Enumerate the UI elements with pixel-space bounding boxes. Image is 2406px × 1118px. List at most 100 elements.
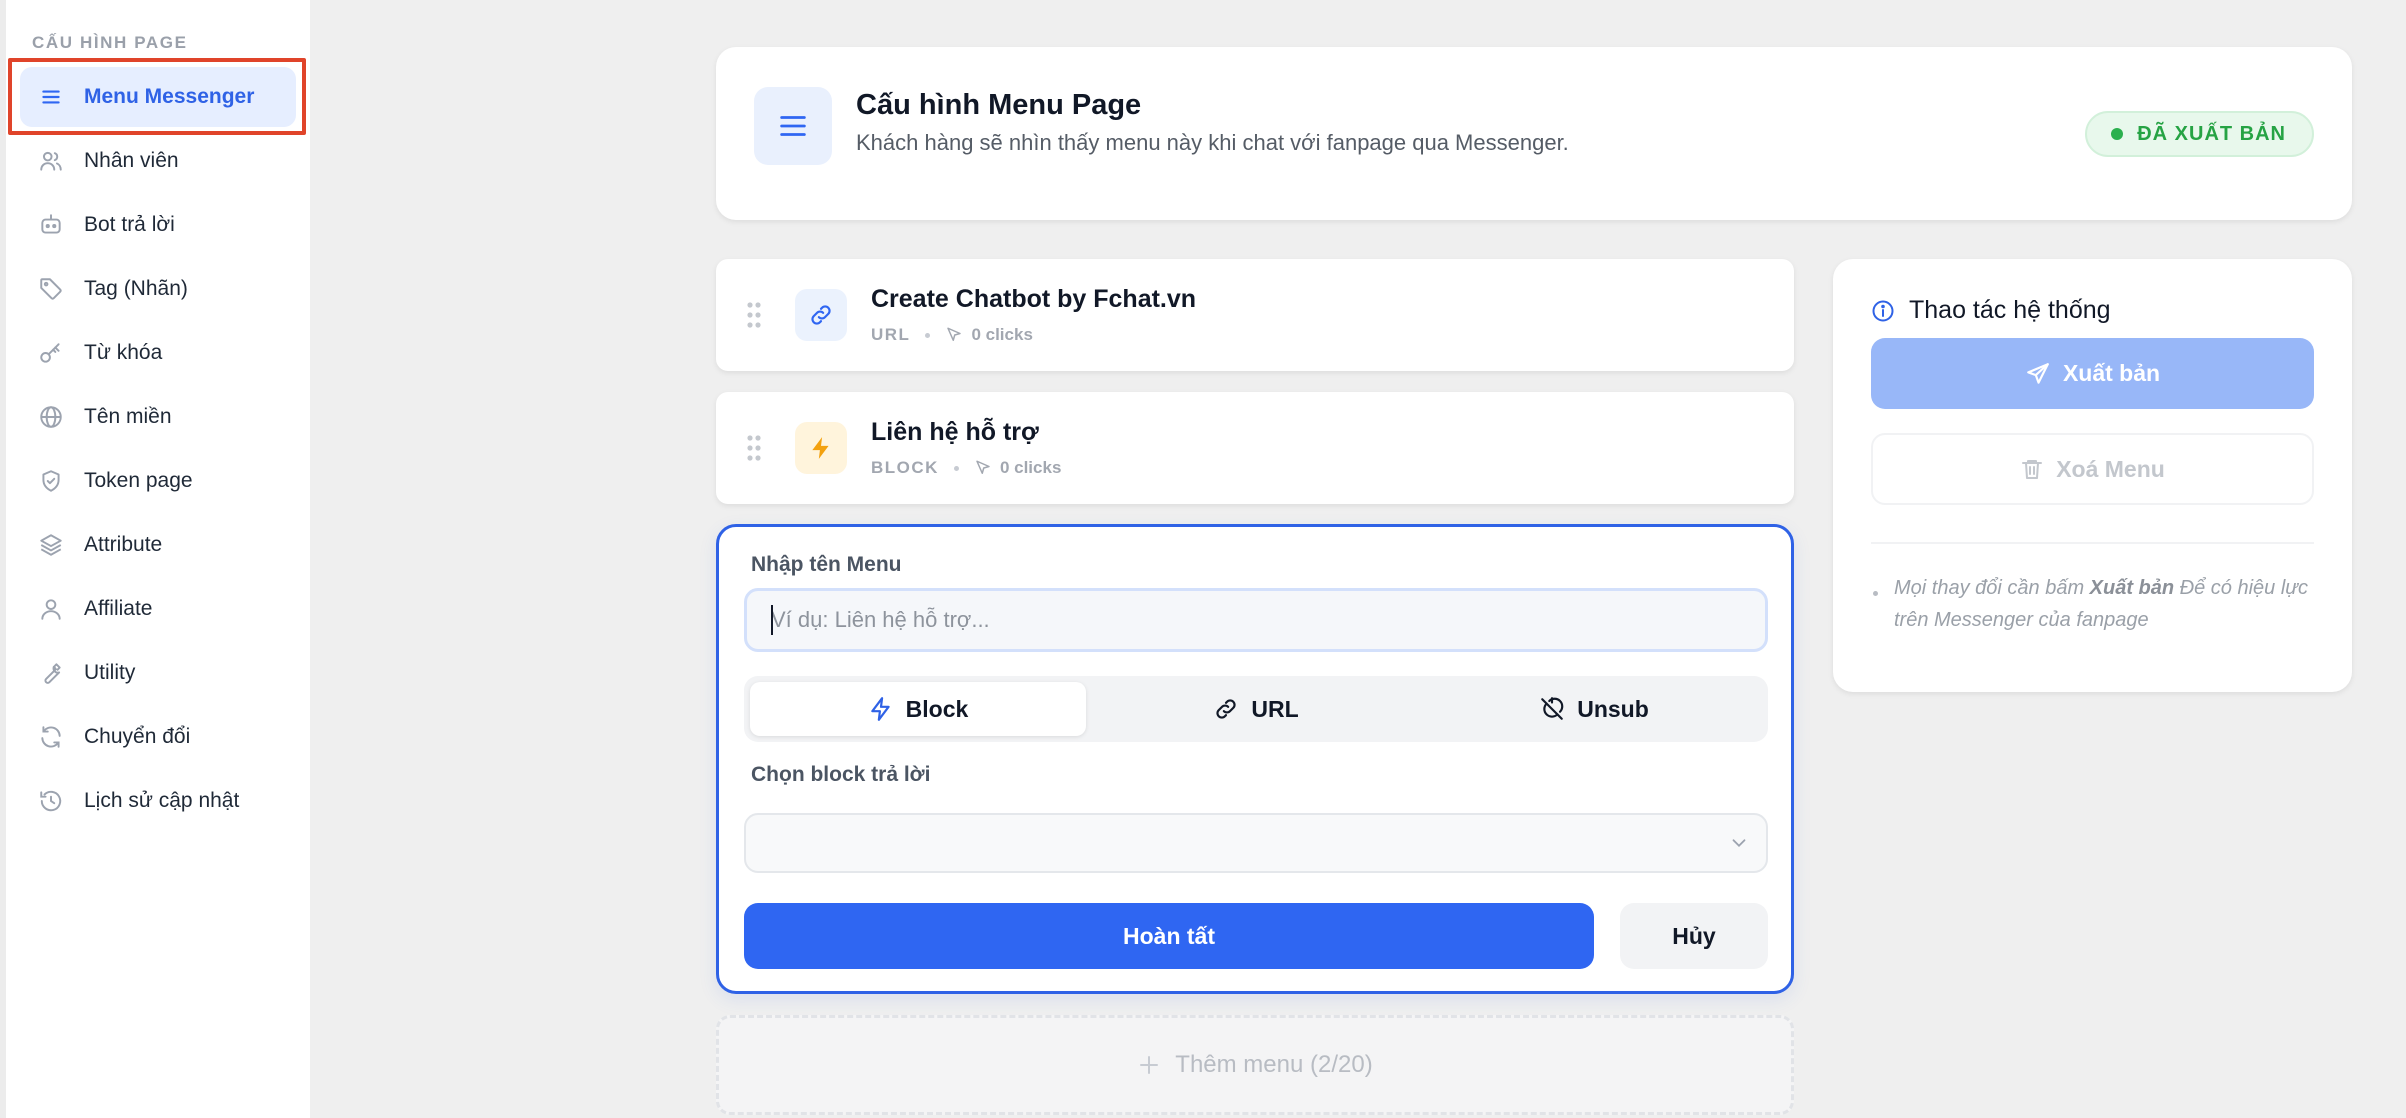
users-icon — [38, 148, 64, 174]
menu-item-meta: URL 0 clicks — [871, 325, 1033, 345]
drag-handle-icon[interactable] — [746, 301, 762, 329]
divider — [1871, 542, 2314, 544]
lightning-icon — [795, 422, 847, 474]
menu-item-card[interactable]: Liên hệ hỗ trợ BLOCK 0 clicks — [716, 392, 1794, 504]
sidebar-item-label: Affiliate — [84, 597, 153, 620]
history-icon — [38, 788, 64, 814]
menu-item-type: BLOCK — [871, 458, 939, 477]
send-icon — [2025, 361, 2051, 387]
sidebar-item-attribute[interactable]: Attribute — [20, 515, 296, 575]
panel-header: Thao tác hệ thống — [1871, 296, 2111, 325]
sidebar-item-label: Bot trả lời — [84, 213, 175, 236]
sidebar-item-label: Chuyển đổi — [84, 725, 191, 748]
panel-title: Thao tác hệ thống — [1909, 296, 2111, 324]
wrench-icon — [38, 660, 64, 686]
sidebar-section-title: CẤU HÌNH PAGE — [32, 33, 188, 52]
menu-item-title: Create Chatbot by Fchat.vn — [871, 285, 1197, 313]
menu-name-label: Nhập tên Menu — [751, 553, 902, 576]
sidebar-item-label: Tên miền — [84, 405, 172, 428]
menu-item-title: Liên hệ hỗ trợ — [871, 418, 1039, 446]
globe-icon — [38, 404, 64, 430]
system-actions-panel: Thao tác hệ thống Xuất bản Xoá Menu Mọi … — [1833, 259, 2352, 692]
status-dot — [2111, 128, 2124, 140]
sidebar-item-label: Lịch sử cập nhật — [84, 789, 240, 812]
chevron-down-icon — [1728, 832, 1750, 854]
sidebar-edge — [0, 0, 6, 1118]
note-bold: Xuất bản — [2089, 577, 2175, 599]
menu-item-clicks: 0 clicks — [971, 325, 1033, 344]
header-card: Cấu hình Menu Page Khách hàng sẽ nhìn th… — [716, 47, 2352, 220]
delete-menu-button[interactable]: Xoá Menu — [1871, 433, 2314, 505]
menu-item-meta: BLOCK 0 clicks — [871, 458, 1061, 478]
add-menu-button[interactable]: Thêm menu (2/20) — [716, 1015, 1794, 1115]
drag-handle-icon[interactable] — [746, 434, 762, 462]
add-menu-label: Thêm menu (2/20) — [1175, 1051, 1373, 1078]
sidebar-item-affiliate[interactable]: Affiliate — [20, 579, 296, 639]
type-url-button[interactable]: URL — [1088, 682, 1424, 736]
sidebar-item-chuyen-doi[interactable]: Chuyển đổi — [20, 707, 296, 767]
menu-type-selector: Block URL Unsub — [744, 676, 1768, 742]
sidebar-item-lich-su-cap-nhat[interactable]: Lịch sử cập nhật — [20, 771, 296, 831]
submit-button[interactable]: Hoàn tất — [744, 903, 1594, 969]
sidebar-item-utility[interactable]: Utility — [20, 643, 296, 703]
sidebar-item-tu-khoa[interactable]: Từ khóa — [20, 323, 296, 383]
sidebar-item-label: Tag (Nhãn) — [84, 277, 188, 300]
menu-icon — [754, 87, 832, 165]
link-icon — [795, 289, 847, 341]
sidebar-item-ten-mien[interactable]: Tên miền — [20, 387, 296, 447]
bot-icon — [38, 212, 64, 238]
sidebar-item-bot-tra-loi[interactable]: Bot trả lời — [20, 195, 296, 255]
tag-icon — [38, 276, 64, 302]
key-icon — [38, 340, 64, 366]
type-block-button[interactable]: Block — [750, 682, 1086, 736]
menu-item-card[interactable]: Create Chatbot by Fchat.vn URL 0 clicks — [716, 259, 1794, 371]
type-url-label: URL — [1251, 695, 1299, 722]
plus-icon — [1137, 1053, 1161, 1077]
sidebar-item-label: Attribute — [84, 533, 163, 556]
sidebar-item-label: Token page — [84, 469, 193, 492]
menu-name-input[interactable] — [744, 588, 1768, 652]
trash-icon — [2020, 457, 2044, 481]
type-unsub-label: Unsub — [1577, 695, 1649, 722]
menu-item-type: URL — [871, 325, 911, 344]
publish-button[interactable]: Xuất bản — [1871, 338, 2314, 409]
meta-separator — [953, 465, 959, 471]
sidebar-item-token-page[interactable]: Token page — [20, 451, 296, 511]
cursor-icon — [945, 326, 963, 344]
page-subtitle: Khách hàng sẽ nhìn thấy menu này khi cha… — [856, 130, 1569, 155]
sidebar: CẤU HÌNH PAGE Menu Messenger Nhân viên B… — [0, 0, 310, 1118]
sidebar-item-label: Từ khóa — [84, 341, 163, 364]
info-icon — [1871, 299, 1895, 323]
sidebar-item-label: Menu Messenger — [84, 85, 255, 108]
block-select[interactable] — [744, 813, 1768, 873]
status-text: ĐÃ XUẤT BẢN — [2137, 122, 2286, 145]
lightning-icon — [868, 696, 894, 722]
sidebar-item-label: Utility — [84, 661, 136, 684]
page-title: Cấu hình Menu Page — [856, 89, 1142, 121]
note-prefix: Mọi thay đổi cần bấm — [1894, 577, 2090, 599]
status-badge: ĐÃ XUẤT BẢN — [2085, 111, 2314, 157]
meta-separator — [925, 332, 931, 338]
cancel-button[interactable]: Hủy — [1620, 903, 1768, 969]
layers-icon — [38, 532, 64, 558]
menu-item-clicks: 0 clicks — [999, 458, 1062, 477]
refresh-icon — [38, 724, 64, 750]
type-unsub-button[interactable]: Unsub — [1426, 682, 1762, 736]
unsubscribe-icon — [1539, 696, 1565, 722]
user-icon — [38, 596, 64, 622]
delete-label: Xoá Menu — [2056, 455, 2165, 482]
sidebar-item-nhan-vien[interactable]: Nhân viên — [20, 131, 296, 191]
shield-icon — [38, 468, 64, 494]
text-caret — [771, 605, 773, 635]
block-select-label: Chọn block trả lời — [751, 763, 931, 786]
menu-editor: Nhập tên Menu Block URL Unsub Chọn block… — [716, 524, 1794, 994]
menu-icon — [38, 84, 64, 110]
sidebar-item-menu-messenger[interactable]: Menu Messenger — [20, 67, 296, 127]
cursor-icon — [974, 459, 992, 477]
sidebar-item-tag[interactable]: Tag (Nhãn) — [20, 259, 296, 319]
publish-label: Xuất bản — [2062, 360, 2161, 386]
note-bullet — [1873, 591, 1878, 596]
publish-note: Mọi thay đổi cần bấm Xuất bản Để có hiệu… — [1894, 572, 2324, 636]
sidebar-item-label: Nhân viên — [84, 149, 179, 172]
link-icon — [1213, 696, 1239, 722]
